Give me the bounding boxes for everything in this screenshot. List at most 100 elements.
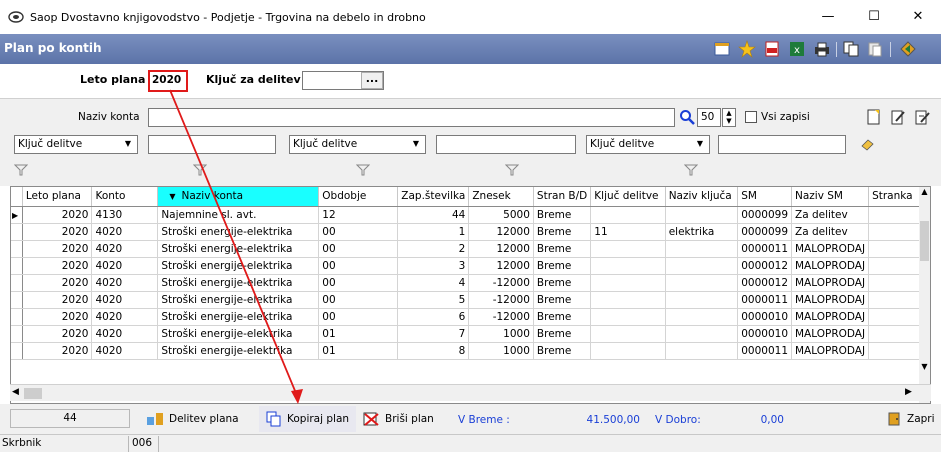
column-header[interactable]: Konto <box>91 187 159 207</box>
table-cell[interactable] <box>590 342 666 360</box>
window-layout-icon[interactable] <box>713 40 731 58</box>
table-cell[interactable]: Breme <box>533 308 592 326</box>
column-header[interactable]: Obdobje <box>318 187 399 207</box>
count-spinner[interactable]: ▲ ▼ <box>722 108 736 127</box>
table-cell[interactable]: Stroški energije-elektrika <box>157 308 320 326</box>
table-cell[interactable]: Breme <box>533 342 592 360</box>
scroll-left-icon[interactable]: ◀ <box>12 387 19 397</box>
table-cell[interactable]: MALOPRODAJ <box>791 291 870 309</box>
table-cell[interactable]: 1 <box>397 223 470 241</box>
table-cell[interactable]: 2020 <box>22 274 93 292</box>
leto-plana-input[interactable]: 2020 <box>148 70 188 92</box>
table-cell[interactable]: Stroški energije-elektrika <box>157 342 320 360</box>
paste-icon[interactable] <box>866 40 884 58</box>
table-cell[interactable] <box>868 308 923 326</box>
table-cell[interactable]: 00 <box>318 257 399 275</box>
scroll-right-icon[interactable]: ▶ <box>905 387 912 397</box>
table-cell[interactable] <box>665 325 739 343</box>
table-cell[interactable]: 7 <box>397 325 470 343</box>
filter-icon[interactable] <box>14 163 28 177</box>
table-cell[interactable]: Breme <box>533 257 592 275</box>
table-cell[interactable]: 2020 <box>22 325 93 343</box>
table-cell[interactable] <box>590 257 666 275</box>
minimize-button[interactable]: — <box>805 4 851 30</box>
table-cell[interactable]: 2020 <box>22 291 93 309</box>
table-cell[interactable]: MALOPRODAJ <box>791 325 870 343</box>
table-cell[interactable]: MALOPRODAJ <box>791 342 870 360</box>
table-cell[interactable]: 4020 <box>91 291 159 309</box>
column-header[interactable]: Stran B/D <box>533 187 592 207</box>
record-count-input[interactable]: 50 <box>697 108 721 127</box>
table-row[interactable]: 2020 4020 Stroški energije-elektrika 01 8 100… <box>11 342 930 360</box>
row-indicator[interactable] <box>11 342 23 360</box>
kljuc-browse-button[interactable]: ... <box>361 72 383 89</box>
table-cell[interactable]: 44 <box>397 206 470 224</box>
table-cell[interactable] <box>665 308 739 326</box>
filter-icon[interactable] <box>505 163 519 177</box>
brisi-plan-button[interactable]: Briši plan <box>356 407 440 431</box>
table-cell[interactable]: -12000 <box>468 291 534 309</box>
column-header[interactable]: Znesek <box>468 187 534 207</box>
table-row[interactable]: 2020 4020 Stroški energije-elektrika 00 1 120… <box>11 223 930 241</box>
vsi-zapisi-checkbox[interactable] <box>745 111 757 123</box>
table-cell[interactable]: 01 <box>318 325 399 343</box>
table-cell[interactable]: 2020 <box>22 223 93 241</box>
table-cell[interactable] <box>868 342 923 360</box>
chevron-down-icon[interactable]: ▼ <box>408 139 424 148</box>
table-cell[interactable] <box>665 257 739 275</box>
column-header[interactable]: Naziv SM <box>791 187 870 207</box>
table-cell[interactable]: 2020 <box>22 308 93 326</box>
table-cell[interactable]: 0000099 <box>737 223 792 241</box>
table-cell[interactable]: 3 <box>397 257 470 275</box>
table-cell[interactable] <box>665 291 739 309</box>
row-indicator[interactable] <box>11 274 23 292</box>
table-cell[interactable]: Najemnine sl. avt. <box>157 206 320 224</box>
table-cell[interactable]: 01 <box>318 342 399 360</box>
table-cell[interactable] <box>590 308 666 326</box>
zapri-button[interactable]: Zapri <box>880 407 941 431</box>
chevron-down-icon[interactable]: ▼ <box>120 139 136 148</box>
table-cell[interactable]: 4130 <box>91 206 159 224</box>
table-cell[interactable] <box>590 274 666 292</box>
table-cell[interactable] <box>868 223 923 241</box>
table-cell[interactable] <box>868 325 923 343</box>
table-cell[interactable]: 0000010 <box>737 325 792 343</box>
excel-icon[interactable]: x <box>788 40 806 58</box>
edit-document-icon[interactable] <box>890 108 906 126</box>
search-icon[interactable] <box>679 109 695 125</box>
copy-icon[interactable] <box>842 40 860 58</box>
table-cell[interactable]: 12000 <box>468 223 534 241</box>
table-cell[interactable]: MALOPRODAJ <box>791 274 870 292</box>
table-cell[interactable] <box>665 240 739 258</box>
pdf-icon[interactable] <box>763 40 781 58</box>
scroll-thumb[interactable] <box>24 388 42 399</box>
table-cell[interactable]: 00 <box>318 308 399 326</box>
eraser-icon[interactable] <box>860 137 876 151</box>
kljuc-delitve-input-3[interactable] <box>718 135 846 154</box>
table-cell[interactable]: MALOPRODAJ <box>791 240 870 258</box>
table-cell[interactable]: 4020 <box>91 240 159 258</box>
table-row[interactable]: 2020 4020 Stroški energije-elektrika 00 6 -12… <box>11 308 930 326</box>
table-cell[interactable]: 2 <box>397 240 470 258</box>
delitev-plana-button[interactable]: Delitev plana <box>140 407 245 431</box>
table-cell[interactable]: 11 <box>590 223 666 241</box>
table-cell[interactable]: Stroški energije-elektrika <box>157 325 320 343</box>
table-cell[interactable] <box>868 291 923 309</box>
table-row[interactable]: ▶ 2020 4130 Najemnine sl. avt. 12 44 5000 Breme… <box>11 206 930 224</box>
filter-icon[interactable] <box>193 163 207 177</box>
table-cell[interactable]: elektrika <box>665 223 739 241</box>
table-cell[interactable]: 0000010 <box>737 308 792 326</box>
table-cell[interactable]: Za delitev <box>791 206 870 224</box>
table-cell[interactable] <box>590 291 666 309</box>
table-cell[interactable]: 0000011 <box>737 291 792 309</box>
table-cell[interactable] <box>868 206 923 224</box>
table-cell[interactable]: Za delitev <box>791 223 870 241</box>
table-cell[interactable]: 12 <box>318 206 399 224</box>
new-document-icon[interactable] <box>866 108 882 126</box>
row-indicator[interactable] <box>11 308 23 326</box>
chevron-down-icon[interactable]: ▼ <box>692 139 708 148</box>
scroll-up-icon[interactable]: ▲ <box>920 187 929 196</box>
filter-icon[interactable] <box>356 163 370 177</box>
table-cell[interactable]: 6 <box>397 308 470 326</box>
table-cell[interactable] <box>868 240 923 258</box>
